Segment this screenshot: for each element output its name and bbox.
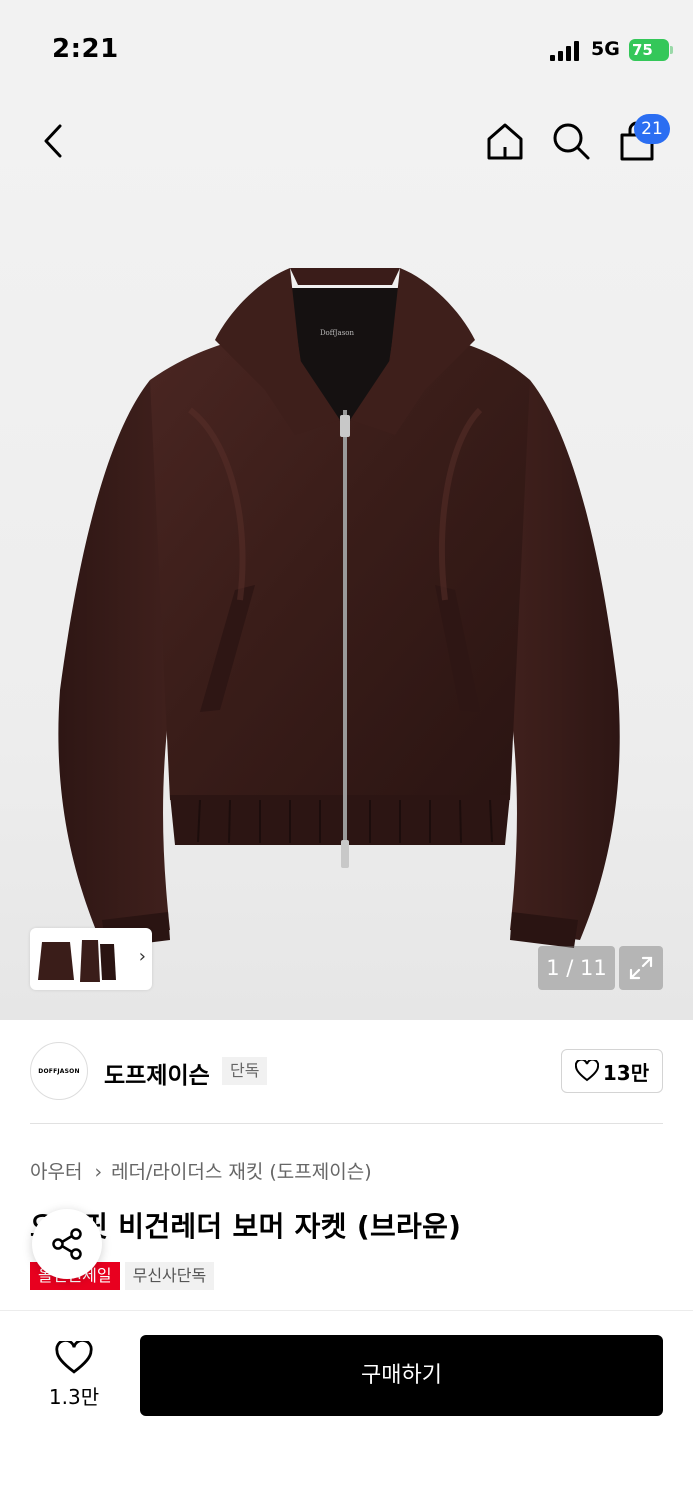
home-icon bbox=[487, 123, 523, 160]
home-button[interactable] bbox=[482, 118, 528, 164]
brand-like-button[interactable]: 13만 bbox=[561, 1049, 663, 1093]
network-label: 5G bbox=[591, 38, 620, 60]
breadcrumb-subcategory[interactable]: 레더/라이더스 재킷 (도프제이슨) bbox=[111, 1161, 372, 1183]
breadcrumb-category[interactable]: 아우터 bbox=[30, 1161, 82, 1183]
chevron-right-icon[interactable]: › bbox=[139, 946, 146, 967]
brand-name[interactable]: 도프제이슨 bbox=[104, 1056, 210, 1090]
battery-icon: 75 bbox=[629, 39, 673, 61]
expand-button[interactable] bbox=[619, 946, 663, 990]
buy-button[interactable]: 구매하기 bbox=[140, 1335, 663, 1416]
share-icon bbox=[52, 1228, 82, 1260]
share-button[interactable] bbox=[32, 1209, 102, 1279]
breadcrumb: 아우터 › 레더/라이더스 재킷 (도프제이슨) bbox=[30, 1157, 372, 1184]
status-time: 2:21 bbox=[52, 34, 119, 64]
wishlist-count: 1.3만 bbox=[48, 1385, 100, 1409]
thumbnail-1[interactable] bbox=[36, 934, 76, 984]
svg-text:DoffJason: DoffJason bbox=[320, 329, 355, 337]
status-bar: 2:21 5G 75 bbox=[0, 0, 693, 100]
brand-logo[interactable]: DOFFJASON bbox=[30, 1042, 88, 1100]
exclusive-badge: 단독 bbox=[222, 1057, 268, 1085]
signal-icon bbox=[550, 41, 582, 61]
thumbnail-2[interactable] bbox=[78, 934, 118, 984]
exclusive-tag: 무신사단독 bbox=[124, 1262, 215, 1290]
page-counter: 1 / 11 bbox=[538, 946, 615, 990]
bottom-action-bar: 1.3만 구매하기 bbox=[0, 1310, 693, 1500]
back-button[interactable] bbox=[30, 118, 76, 164]
expand-icon bbox=[629, 956, 653, 980]
product-gallery[interactable]: DoffJason › 1 / 11 bbox=[0, 100, 693, 1020]
heart-icon bbox=[574, 1060, 599, 1082]
back-icon bbox=[44, 124, 62, 158]
battery-level: 75 bbox=[632, 41, 653, 59]
brand-like-count: 13만 bbox=[602, 1060, 650, 1085]
cart-count-badge: 21 bbox=[634, 114, 670, 144]
product-image: DoffJason bbox=[58, 268, 620, 948]
thumbnail-strip[interactable]: › bbox=[30, 928, 152, 990]
chevron-right-icon: › bbox=[94, 1161, 103, 1183]
search-button[interactable] bbox=[548, 118, 594, 164]
heart-icon bbox=[55, 1339, 93, 1374]
wishlist-button[interactable]: 1.3만 bbox=[30, 1339, 118, 1410]
divider bbox=[30, 1123, 663, 1124]
brand-row: DOFFJASON 도프제이슨 단독 13만 bbox=[30, 1040, 663, 1104]
search-icon bbox=[553, 123, 590, 160]
